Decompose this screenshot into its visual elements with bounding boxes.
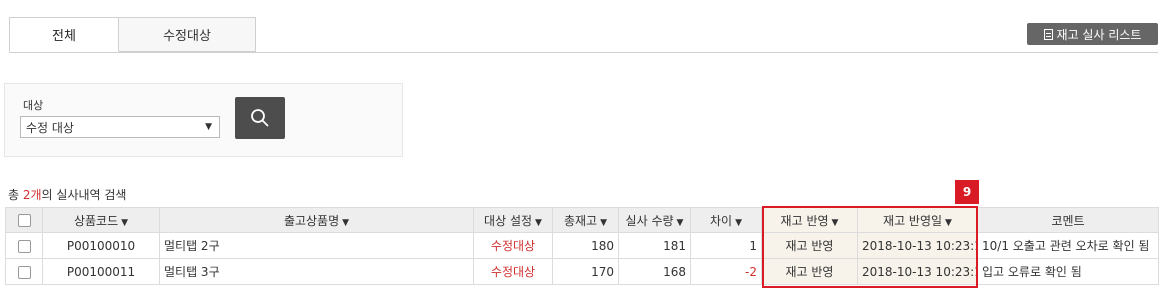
header-total-stock-label: 총재고 <box>563 213 598 228</box>
header-target-setting-label: 대상 설정 <box>484 213 533 228</box>
header-applied-date-label: 재고 반영일 <box>883 213 943 228</box>
cell-target-setting[interactable]: 수정대상 <box>473 232 553 259</box>
header-product-name-label: 출고상품명 <box>283 213 340 228</box>
sort-icon: ▼ <box>342 217 350 228</box>
cell-applied-date: 2018-10-13 10:23:13 <box>857 258 978 285</box>
row-checkbox[interactable] <box>17 239 31 253</box>
target-select[interactable]: 수정 대상 ▼ <box>20 116 220 138</box>
header-target-setting[interactable]: 대상 설정 ▼ <box>473 207 553 233</box>
tab-divider <box>9 52 1158 53</box>
row-checkbox[interactable] <box>17 265 31 279</box>
sort-icon: ▼ <box>676 217 684 228</box>
result-count: 총 2개의 실사내역 검색 <box>8 186 126 203</box>
header-stock-applied[interactable]: 재고 반영 ▼ <box>761 207 858 233</box>
stock-audit-list-button[interactable]: 재고 실사 리스트 <box>1027 23 1158 45</box>
cell-actual-qty: 168 <box>618 258 691 285</box>
cell-actual-qty: 181 <box>618 232 691 259</box>
table-row: P00100010 멀티탭 2구 수정대상 180 181 1 재고 반영 20… <box>5 232 1159 259</box>
header-stock-applied-label: 재고 반영 <box>780 213 829 228</box>
tab-edit-target[interactable]: 수정대상 <box>119 17 256 52</box>
cell-total-stock: 180 <box>552 232 619 259</box>
cell-difference: -2 <box>690 258 762 285</box>
stock-audit-list-label: 재고 실사 리스트 <box>1056 27 1142 42</box>
sort-icon: ▼ <box>121 217 129 228</box>
row-checkbox-cell <box>5 232 43 259</box>
search-panel: 대상 수정 대상 ▼ <box>4 83 403 157</box>
sort-icon: ▼ <box>945 217 952 228</box>
cell-difference: 1 <box>690 232 762 259</box>
cell-stock-applied: 재고 반영 <box>761 258 858 285</box>
cell-stock-applied: 재고 반영 <box>761 232 858 259</box>
tab-bar: 전체 수정대상 <box>9 17 256 53</box>
header-comment-label: 코멘트 <box>1051 213 1085 228</box>
select-all-checkbox[interactable] <box>17 214 31 227</box>
header-product-name: 출고상품명 ▼ <box>159 207 474 233</box>
header-applied-date[interactable]: 재고 반영일 ▼ <box>857 207 978 233</box>
header-actual-qty-label: 실사 수량 <box>625 213 674 228</box>
search-button[interactable] <box>235 97 285 139</box>
result-prefix: 총 <box>8 188 23 202</box>
chevron-down-icon: ▼ <box>205 122 212 132</box>
cell-comment: 입고 오류로 확인 됨 <box>977 258 1159 285</box>
cell-applied-date: 2018-10-13 10:23:13 <box>857 232 978 259</box>
cell-target-setting[interactable]: 수정대상 <box>473 258 553 285</box>
table-header-row: 상품코드 ▼ 출고상품명 ▼ 대상 설정 ▼ 총재고 ▼ 실사 수량 ▼ 차이 ▼ 재고 반… <box>5 207 1159 233</box>
header-actual-qty[interactable]: 실사 수량 ▼ <box>618 207 691 233</box>
cell-product-code: P00100010 <box>42 232 160 259</box>
table-row: P00100011 멀티탭 3구 수정대상 170 168 -2 재고 반영 2… <box>5 258 1159 285</box>
header-product-code-label: 상품코드 <box>73 213 119 228</box>
cell-product-code: P00100011 <box>42 258 160 285</box>
cell-product-name: 멀티탭 3구 <box>159 258 474 285</box>
sort-icon: ▼ <box>600 217 608 228</box>
header-difference[interactable]: 차이 ▼ <box>690 207 762 233</box>
sort-icon: ▼ <box>831 217 839 228</box>
audit-table: 상품코드 ▼ 출고상품명 ▼ 대상 설정 ▼ 총재고 ▼ 실사 수량 ▼ 차이 ▼ 재고 반… <box>5 207 1159 285</box>
result-suffix: 의 실사내역 검색 <box>41 188 127 202</box>
search-icon <box>251 109 269 127</box>
cell-total-stock: 170 <box>552 258 619 285</box>
document-icon <box>1043 28 1053 40</box>
annotation-badge: 9 <box>955 180 979 204</box>
cell-comment: 10/1 오출고 관련 오차로 확인 됨 <box>977 232 1159 259</box>
tab-all[interactable]: 전체 <box>9 17 119 52</box>
cell-product-name: 멀티탭 2구 <box>159 232 474 259</box>
header-comment: 코멘트 <box>977 207 1159 233</box>
sort-icon: ▼ <box>735 217 742 228</box>
header-product-code[interactable]: 상품코드 ▼ <box>42 207 160 233</box>
header-total-stock[interactable]: 총재고 ▼ <box>552 207 619 233</box>
select-all-header <box>5 207 43 233</box>
result-count-number: 2개 <box>22 188 42 202</box>
header-difference-label: 차이 <box>709 213 733 228</box>
filter-label: 대상 <box>23 99 44 112</box>
target-select-value: 수정 대상 <box>26 120 74 135</box>
sort-icon: ▼ <box>535 217 542 228</box>
row-checkbox-cell <box>5 258 43 285</box>
